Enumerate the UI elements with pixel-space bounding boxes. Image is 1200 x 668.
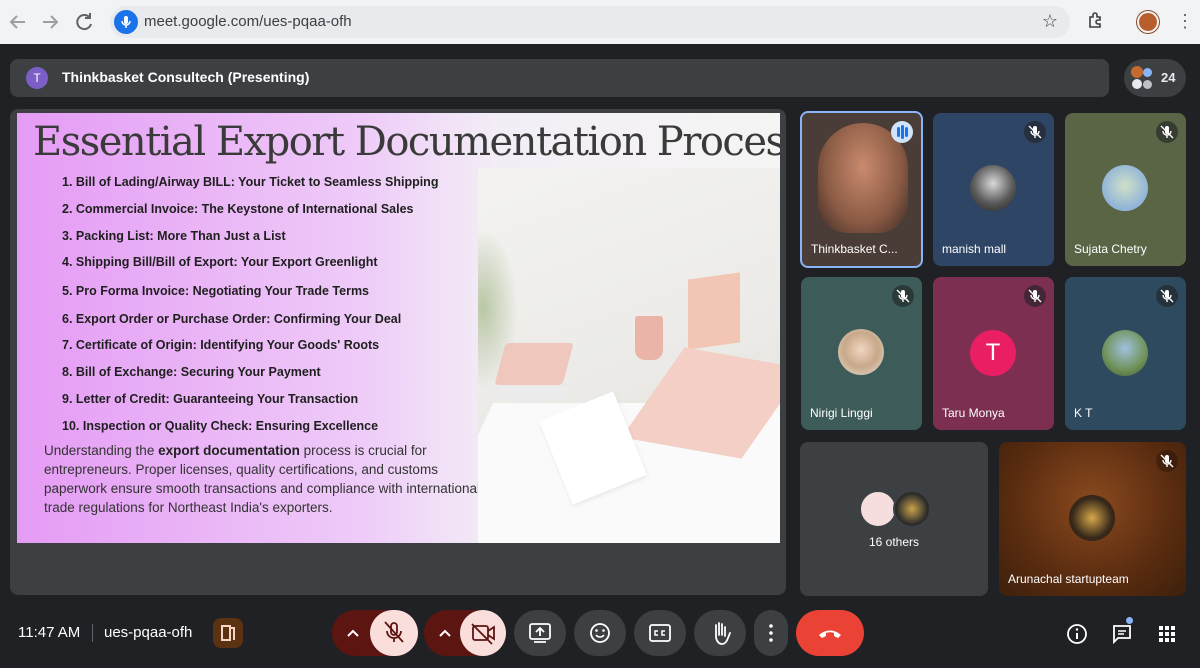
current-time: 11:47 AM [18,624,81,641]
back-arrow-icon[interactable] [6,10,30,34]
profile-avatar[interactable] [1137,11,1159,33]
list-item: 10. Inspection or Quality Check: Ensurin… [62,419,379,433]
list-item: 8. Bill of Exchange: Securing Your Payme… [62,365,321,379]
list-item: 4. Shipping Bill/Bill of Export: Your Ex… [62,255,378,269]
participant-name: Arunachal startupteam [1008,572,1129,586]
participant-tile[interactable]: Sujata Chetry [1065,113,1186,266]
desk-photo [478,168,780,543]
speaking-indicator-icon [891,121,913,143]
leave-call-button[interactable] [796,610,864,656]
box-base [498,386,568,400]
participant-tile[interactable]: T Taru Monya [933,277,1054,430]
mic-off-icon [1024,285,1046,307]
browser-menu-icon[interactable]: ⋮ [1176,12,1194,30]
raise-hand-button[interactable] [694,610,746,656]
participant-tile[interactable]: Arunachal startupteam [999,442,1186,596]
more-options-button[interactable] [754,610,788,656]
participant-avatar [1132,79,1142,89]
extensions-icon[interactable] [1086,10,1106,30]
slide-paragraph: Understanding the export documentation p… [44,441,484,517]
microphone-icon[interactable] [114,10,138,34]
list-item: 7. Certificate of Origin: Identifying Yo… [62,338,380,352]
list-item: 6. Export Order or Purchase Order: Confi… [62,312,402,326]
browser-toolbar: meet.google.com/ues-pqaa-ofh ☆ ⋮ [0,0,1200,44]
participant-avatar [859,490,897,528]
participant-avatar [1069,495,1115,541]
participant-tile[interactable]: Thinkbasket C... [800,111,923,268]
people-count-button[interactable]: 24 [1124,59,1186,97]
participant-avatar [1102,330,1148,376]
presenting-bar: T Thinkbasket Consultech (Presenting) [10,59,1109,97]
emoji-reaction-button[interactable] [574,610,626,656]
divider [92,624,93,642]
pen-cup [635,316,663,360]
mic-off-icon [892,285,914,307]
participant-name: manish mall [942,242,1007,256]
chevron-up-icon[interactable] [434,622,456,644]
meeting-code: ues-pqaa-ofh [104,624,193,641]
participant-name: Sujata Chetry [1074,242,1147,256]
participant-name: Taru Monya [942,406,1005,420]
participant-avatar [1102,165,1148,211]
participant-initial-avatar: T [970,330,1016,376]
video-controls [424,610,506,656]
participant-avatar [838,329,884,375]
list-item: 5. Pro Forma Invoice: Negotiating Your T… [62,284,370,298]
paragraph-text: Understanding the [44,443,159,458]
presentation-slide: Essential Export Documentation Process 1… [17,113,780,543]
mic-off-icon [1156,450,1178,472]
address-bar[interactable]: meet.google.com/ues-pqaa-ofh ☆ [110,6,1070,38]
meeting-details-icon[interactable] [1065,622,1089,646]
forward-arrow-icon[interactable] [38,10,62,34]
host-controls-icon[interactable] [213,618,243,648]
chat-icon[interactable] [1110,617,1134,646]
list-item: 1. Bill of Lading/Airway BILL: Your Tick… [62,175,439,189]
mic-off-icon [1156,121,1178,143]
reload-icon[interactable] [72,10,96,34]
activities-icon[interactable] [1155,622,1179,646]
participant-avatar [893,490,931,528]
paragraph-bold-text: export documentation [158,443,300,458]
others-tile[interactable]: 16 others [800,442,988,596]
pink-box [494,343,574,385]
microphone-toggle-button[interactable] [370,610,418,656]
presenting-title: Thinkbasket Consultech (Presenting) [62,69,310,85]
participant-tile[interactable]: manish mall [933,113,1054,266]
list-item: 2. Commercial Invoice: The Keystone of I… [62,202,414,216]
participant-name: Thinkbasket C... [811,242,898,256]
present-screen-button[interactable] [514,610,566,656]
bookmark-star-icon[interactable]: ☆ [1042,11,1058,32]
slide-title: Essential Export Documentation Process [33,119,780,165]
url-text: meet.google.com/ues-pqaa-ofh [144,13,352,30]
participant-avatar [970,165,1016,211]
list-item: 3. Packing List: More Than Just a List [62,229,286,243]
camera-toggle-button[interactable] [460,610,506,656]
participant-tile[interactable]: Nirigi Linggi [801,277,922,430]
chevron-up-icon[interactable] [342,622,364,644]
others-count: 16 others [868,535,920,549]
list-item: 9. Letter of Credit: Guaranteeing Your T… [62,392,359,406]
participant-name: K T [1074,406,1093,420]
participant-tile[interactable]: K T [1065,277,1186,430]
chat-notification-dot [1126,617,1133,624]
mic-off-icon [1024,121,1046,143]
participant-avatar [1131,66,1143,78]
audio-controls [332,610,418,656]
mic-off-icon [1156,285,1178,307]
presenter-avatar: T [26,67,48,89]
captions-button[interactable] [634,610,686,656]
participant-name: Nirigi Linggi [810,406,873,420]
participant-avatar [1143,68,1152,77]
paper-bag [688,272,740,350]
participant-avatar [1143,80,1152,89]
participant-count: 24 [1161,70,1176,85]
